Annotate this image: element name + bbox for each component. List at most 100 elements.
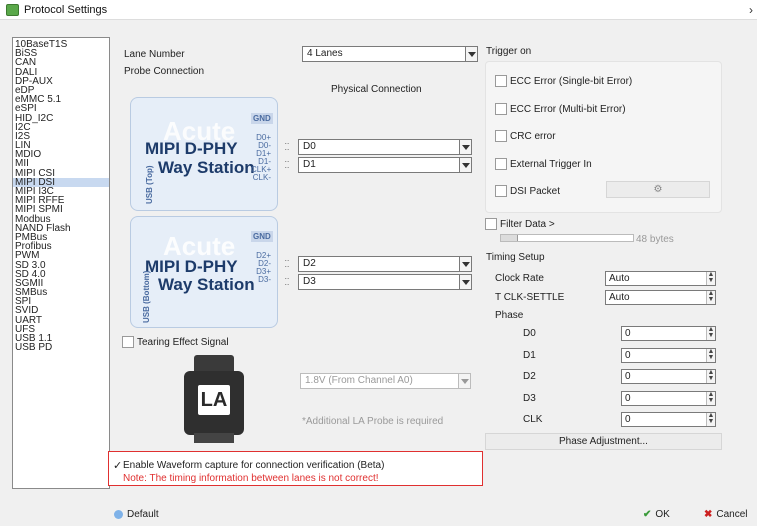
lane-number-select[interactable]: 4 Lanes <box>302 46 478 62</box>
waveform-note: Note: The timing information between lan… <box>123 473 379 484</box>
lane-d0-value: D0 <box>303 141 316 152</box>
chevron-down-icon <box>459 257 471 271</box>
phase-d3-label: D3 <box>523 393 536 404</box>
pin-label: D3- <box>258 275 271 284</box>
usb-top-label: USB (Top) <box>145 165 154 204</box>
checkmark-icon[interactable]: ✓ <box>113 459 122 472</box>
chevron-down-icon <box>459 275 471 289</box>
lane-d2-select[interactable]: D2 <box>298 256 472 272</box>
crc-label: CRC error <box>510 131 556 142</box>
spin-arrows-icon[interactable]: ▲ ▼ <box>706 290 715 304</box>
way-station-top: Acute MIPI D-PHY Way Station GND D0+ D0-… <box>130 97 278 211</box>
lane-number-value: 4 Lanes <box>307 48 343 59</box>
lane-d1-select[interactable]: D1 <box>298 157 472 173</box>
tclk-settle-value: Auto <box>609 292 630 303</box>
ok-label: OK <box>655 509 670 520</box>
lane-d1-value: D1 <box>303 159 316 170</box>
window-title: Protocol Settings <box>24 4 108 16</box>
dsi-packet-settings-button[interactable]: ⚙ <box>606 181 710 198</box>
physical-connection-label: Physical Connection <box>331 84 422 95</box>
protocol-list[interactable]: 10BaseT1S BiSS CAN DALI DP-AUX eDP eMMC 5.1 eSP… <box>12 37 110 489</box>
clock-rate-label: Clock Rate <box>495 273 544 284</box>
app-icon <box>6 4 19 16</box>
dsi-packet-label: DSI Packet <box>510 186 561 197</box>
gnd-label: GND <box>251 113 273 124</box>
chevron-down-icon <box>459 158 471 172</box>
close-icon[interactable]: › <box>749 3 753 17</box>
close-icon: ✖ <box>704 509 713 520</box>
dsi-packet-checkbox[interactable] <box>495 185 507 197</box>
filter-slider[interactable] <box>500 234 634 242</box>
clock-rate-value: Auto <box>609 273 630 284</box>
filter-value: 48 bytes <box>636 234 674 245</box>
pin-label: CLK- <box>252 173 271 182</box>
clock-rate-spinner[interactable]: Auto ▲ ▼ <box>605 271 716 286</box>
phase-d2-spinner[interactable]: 0 ▲ ▼ <box>621 369 716 384</box>
phase-d2-label: D2 <box>523 371 536 382</box>
protocol-list-item[interactable]: USB PD <box>13 343 109 353</box>
lane-d0-select[interactable]: D0 <box>298 139 472 155</box>
ecc-multi-label: ECC Error (Multi-bit Error) <box>510 104 626 115</box>
phase-d3-spinner[interactable]: 0 ▲ ▼ <box>621 391 716 406</box>
pin-labels-top: D0+ D0- D1+ D1- CLK+ CLK- <box>251 134 271 182</box>
way-station-bottom: Acute MIPI D-PHY Way Station GND D2+ D2-… <box>130 216 278 328</box>
spin-arrows-icon[interactable]: ▲ ▼ <box>706 391 715 405</box>
info-icon <box>114 510 123 519</box>
tclk-settle-spinner[interactable]: Auto ▲ ▼ <box>605 290 716 305</box>
timing-setup-label: Timing Setup <box>486 252 545 263</box>
gear-icon: ⚙ <box>653 184 663 195</box>
la-probe-note: *Additional LA Probe is required <box>302 416 444 427</box>
connector-icon: ‥ ‥ <box>284 256 290 269</box>
phase-d0-value: 0 <box>625 328 631 339</box>
phase-d0-label: D0 <box>523 328 536 339</box>
tclk-settle-label: T CLK-SETTLE <box>495 292 565 303</box>
ecc-multi-checkbox[interactable] <box>495 103 507 115</box>
phase-d0-spinner[interactable]: 0 ▲ ▼ <box>621 326 716 341</box>
lane-d3-value: D3 <box>303 276 316 287</box>
phase-d1-value: 0 <box>625 350 631 361</box>
filter-data-label: Filter Data > <box>500 219 555 230</box>
external-trigger-checkbox[interactable] <box>495 158 507 170</box>
waveform-box: ✓ Enable Waveform capture for connection… <box>108 451 483 486</box>
lane-number-label: Lane Number <box>124 49 185 60</box>
spin-arrows-icon[interactable]: ▲ ▼ <box>706 412 715 426</box>
phase-d1-spinner[interactable]: 0 ▲ ▼ <box>621 348 716 363</box>
tearing-effect-checkbox[interactable] <box>122 336 134 348</box>
trigger-on-label: Trigger on <box>486 46 532 57</box>
phase-d2-value: 0 <box>625 371 631 382</box>
title-bar: Protocol Settings › <box>0 0 757 20</box>
checkmark-icon: ✔ <box>643 509 652 520</box>
external-trigger-label: External Trigger In <box>510 159 592 170</box>
ecc-single-checkbox[interactable] <box>495 75 507 87</box>
filter-data-checkbox[interactable] <box>485 218 497 230</box>
tearing-effect-label: Tearing Effect Signal <box>137 337 229 348</box>
phase-clk-value: 0 <box>625 414 631 425</box>
lane-d3-select[interactable]: D3 <box>298 274 472 290</box>
connector-icon: ‥ ‥ <box>284 274 290 287</box>
spin-arrows-icon[interactable]: ▲ ▼ <box>706 271 715 285</box>
pin-labels-bottom: D2+ D2- D3+ D3- <box>251 252 271 284</box>
phase-clk-spinner[interactable]: 0 ▲ ▼ <box>621 412 716 427</box>
cancel-label: Cancel <box>716 509 748 520</box>
chevron-down-icon <box>458 374 470 388</box>
crc-checkbox[interactable] <box>495 130 507 142</box>
ok-button[interactable]: ✔ OK <box>643 509 670 520</box>
usb-bottom-label: USB (Bottom) <box>142 270 151 323</box>
phase-adjustment-button[interactable]: Phase Adjustment... <box>485 433 722 450</box>
brand-line2: Way Station <box>158 275 255 294</box>
cancel-button[interactable]: ✖ Cancel <box>704 509 748 520</box>
chevron-down-icon <box>459 140 471 154</box>
default-button[interactable]: Default <box>114 509 159 520</box>
phase-clk-label: CLK <box>523 414 543 425</box>
spin-arrows-icon[interactable]: ▲ ▼ <box>706 369 715 383</box>
chevron-down-icon <box>465 47 477 61</box>
voltage-select[interactable]: 1.8V (From Channel A0) <box>300 373 471 389</box>
spin-arrows-icon[interactable]: ▲ ▼ <box>706 326 715 340</box>
lane-d2-value: D2 <box>303 258 316 269</box>
brand-line1: MIPI D-PHY <box>145 139 238 158</box>
waveform-label[interactable]: Enable Waveform capture for connection v… <box>123 460 384 471</box>
connector-icon: ‥ ‥ <box>284 139 290 152</box>
ecc-single-label: ECC Error (Single-bit Error) <box>510 76 633 87</box>
brand-line2: Way Station <box>158 158 255 177</box>
spin-arrows-icon[interactable]: ▲ ▼ <box>706 348 715 362</box>
